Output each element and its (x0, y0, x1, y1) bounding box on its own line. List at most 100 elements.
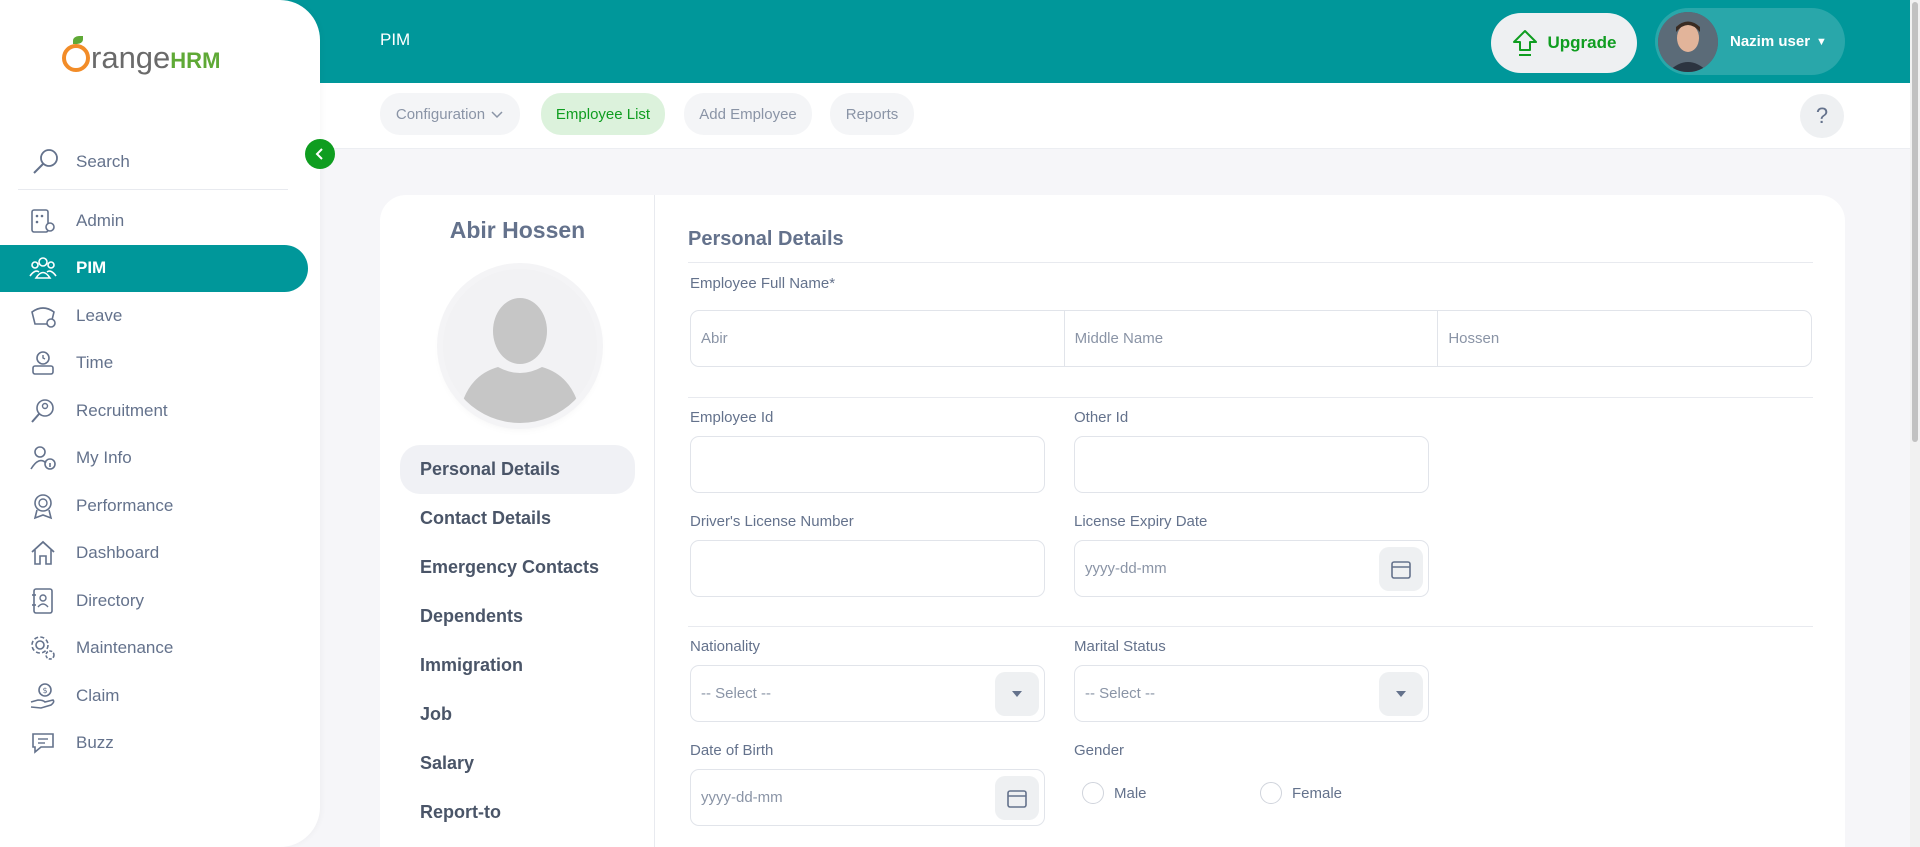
sidebar-item-time[interactable]: Time (0, 340, 320, 388)
date-placeholder: yyyy-dd-mm (1085, 560, 1167, 577)
sidebar-item-label: Claim (76, 685, 120, 705)
nationality-label: Nationality (690, 638, 761, 655)
search-icon (26, 142, 66, 182)
license-expiry-input[interactable]: yyyy-dd-mm (1074, 540, 1429, 597)
user-name: Nazim user (1730, 33, 1811, 50)
leave-icon (28, 301, 58, 331)
radio-circle[interactable] (1082, 782, 1104, 804)
performance-icon (28, 491, 58, 521)
sub-navigation: Configuration Employee List Add Employee… (320, 83, 1910, 149)
logo-text: range (91, 40, 171, 75)
sidebar-item-recruitment[interactable]: Recruitment (0, 387, 320, 435)
license-number-label: Driver's License Number (690, 513, 854, 530)
sidebar-item-pim[interactable]: PIM (0, 244, 308, 292)
other-id-label: Other Id (1074, 409, 1129, 426)
search-label: Search (76, 151, 130, 171)
sidebar-item-label: Directory (76, 590, 145, 610)
sidebar-item-label: PIM (76, 258, 107, 278)
menu-item-immigration[interactable]: Immigration (400, 641, 635, 690)
logo-text-hrm: HRM (170, 48, 221, 73)
menu-item-dependents[interactable]: Dependents (400, 592, 635, 641)
claim-icon: $ (28, 681, 58, 711)
tab-configuration[interactable]: Configuration (380, 93, 520, 135)
calendar-icon[interactable] (995, 776, 1039, 820)
marital-status-select[interactable]: -- Select -- (1074, 665, 1429, 722)
sidebar-item-leave[interactable]: Leave (0, 292, 320, 340)
radio-circle[interactable] (1260, 782, 1282, 804)
pim-icon (28, 253, 58, 283)
menu-item-emergency-contacts[interactable]: Emergency Contacts (400, 543, 635, 592)
full-name-group: Abir Middle Name Hossen (690, 310, 1812, 367)
employee-id-input[interactable] (690, 436, 1045, 493)
caret-down-icon: ▼ (1816, 35, 1827, 48)
nationality-select[interactable]: -- Select -- (690, 665, 1045, 722)
calendar-icon[interactable] (1379, 547, 1423, 591)
menu-item-contact-details[interactable]: Contact Details (400, 494, 635, 543)
upgrade-button[interactable]: Upgrade (1491, 13, 1637, 73)
first-name-input[interactable]: Abir (691, 311, 1065, 366)
sidebar-item-label: Dashboard (76, 543, 160, 563)
sidebar: range HRM Search Admin PIM Leave Time Re… (0, 0, 320, 847)
admin-icon (28, 206, 58, 236)
select-value: -- Select -- (1085, 685, 1156, 702)
section-title: Personal Details (688, 228, 844, 250)
menu-item-personal-details[interactable]: Personal Details (400, 445, 635, 494)
middle-name-input[interactable]: Middle Name (1065, 311, 1439, 366)
dashboard-icon (28, 538, 58, 568)
sidebar-item-my-info[interactable]: My Info (0, 435, 320, 483)
full-name-label: Employee Full Name* (690, 275, 836, 292)
sidebar-item-performance[interactable]: Performance (0, 482, 320, 530)
sidebar-item-label: My Info (76, 448, 132, 468)
last-name-input[interactable]: Hossen (1438, 311, 1811, 366)
sidebar-item-claim[interactable]: $ Claim (0, 672, 320, 720)
my-info-icon (28, 443, 58, 473)
gender-male-radio[interactable]: Male (1082, 782, 1147, 804)
menu-item-job[interactable]: Job (400, 690, 635, 739)
gender-label: Gender (1074, 742, 1125, 759)
sidebar-item-label: Maintenance (76, 638, 174, 658)
sidebar-item-label: Recruitment (76, 400, 168, 420)
dob-input[interactable]: yyyy-dd-mm (690, 769, 1045, 826)
sidebar-item-label: Admin (76, 210, 125, 230)
sidebar-item-buzz[interactable]: Buzz (0, 720, 320, 768)
divider (688, 397, 1813, 398)
help-button[interactable]: ? (1800, 94, 1844, 138)
tab-employee-list[interactable]: Employee List (541, 93, 665, 135)
employee-photo[interactable] (443, 269, 597, 423)
chevron-down-icon (491, 111, 503, 119)
scrollbar-thumb[interactable] (1912, 2, 1918, 442)
collapse-sidebar-button[interactable] (305, 139, 335, 169)
tab-add-employee[interactable]: Add Employee (684, 93, 812, 135)
sidebar-item-dashboard[interactable]: Dashboard (0, 530, 320, 578)
employee-id-label: Employee Id (690, 409, 774, 426)
upload-arrow-icon (1512, 30, 1537, 56)
tab-reports[interactable]: Reports (830, 93, 914, 135)
sidebar-item-label: Time (76, 353, 114, 373)
page-scrollbar[interactable] (1910, 0, 1920, 847)
employee-section-menu: Personal Details Contact Details Emergen… (400, 445, 635, 837)
other-id-input[interactable] (1074, 436, 1429, 493)
sidebar-item-directory[interactable]: Directory (0, 577, 320, 625)
sidebar-item-admin[interactable]: Admin (0, 197, 320, 245)
license-number-input[interactable] (690, 540, 1045, 597)
orange-logo-icon (62, 36, 90, 72)
buzz-icon (28, 728, 58, 758)
sidebar-item-label: Performance (76, 495, 174, 515)
caret-down-icon (1379, 672, 1423, 716)
dob-label: Date of Birth (690, 742, 774, 759)
divider (688, 626, 1813, 627)
chevron-left-icon (315, 148, 323, 160)
employee-name: Abir Hossen (449, 217, 586, 243)
sidebar-nav: Admin PIM Leave Time Recruitment My Info… (0, 197, 320, 767)
time-icon (28, 348, 58, 378)
sidebar-item-maintenance[interactable]: Maintenance (0, 625, 320, 673)
menu-item-salary[interactable]: Salary (400, 739, 635, 788)
menu-item-report-to[interactable]: Report-to (400, 788, 635, 837)
user-menu-button[interactable]: Nazim user ▼ (1655, 8, 1845, 75)
marital-status-label: Marital Status (1074, 638, 1166, 655)
maintenance-icon (28, 633, 58, 663)
sidebar-search[interactable]: Search (18, 134, 288, 190)
directory-icon (28, 586, 58, 616)
gender-female-radio[interactable]: Female (1260, 782, 1342, 804)
orangehrm-logo: range HRM (62, 36, 221, 76)
